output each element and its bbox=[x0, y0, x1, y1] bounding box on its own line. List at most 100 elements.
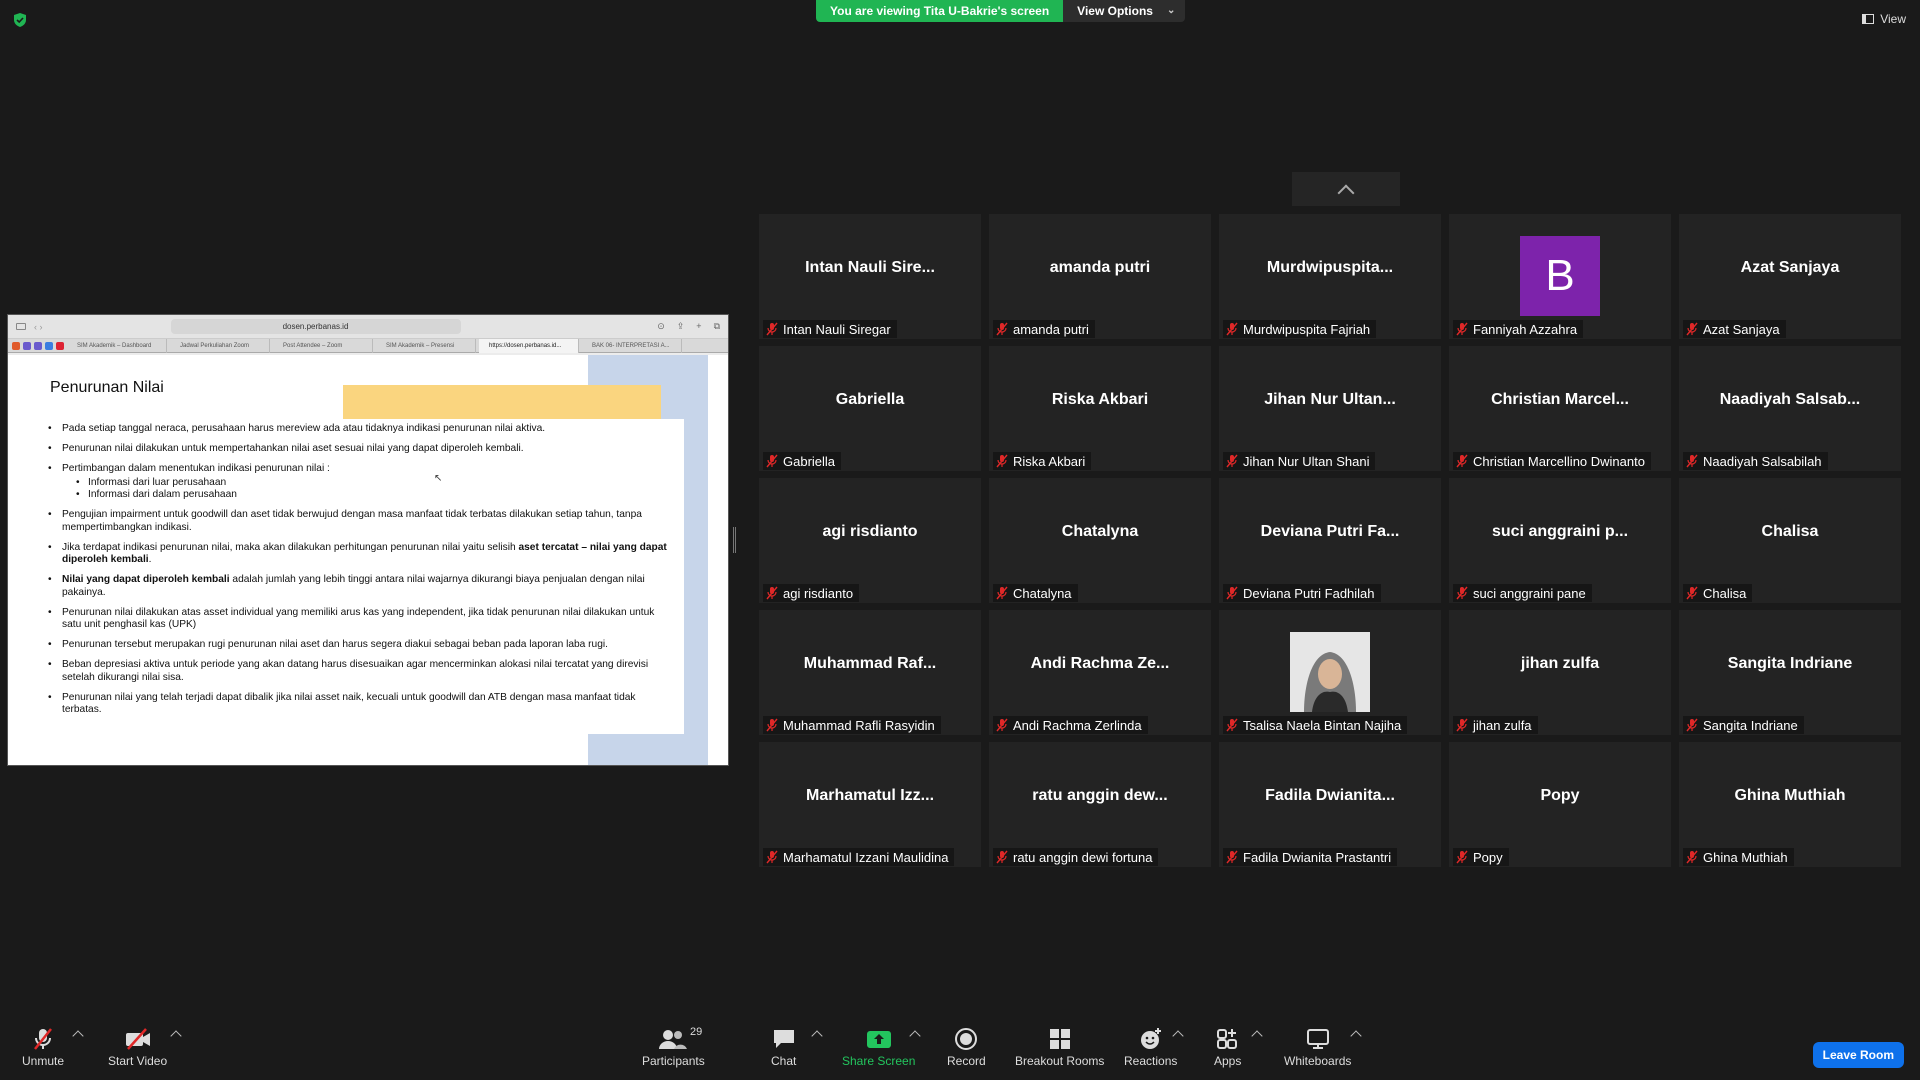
participant-tile[interactable]: jihan zulfa jihan zulfa bbox=[1449, 610, 1671, 735]
participant-tile[interactable]: B Fanniyah Azzahra bbox=[1449, 214, 1671, 339]
participant-name-tag: Fanniyah Azzahra bbox=[1453, 320, 1584, 338]
start-video-button[interactable]: Start Video bbox=[108, 1026, 167, 1068]
participant-name: Popy bbox=[1473, 849, 1503, 865]
participant-display-name: suci anggraini p... bbox=[1491, 522, 1629, 540]
participant-name-tag: jihan zulfa bbox=[1453, 716, 1538, 734]
participant-tile[interactable]: amanda putri amanda putri bbox=[989, 214, 1211, 339]
view-button[interactable]: View bbox=[1862, 12, 1906, 26]
reactions-button[interactable]: Reactions bbox=[1124, 1026, 1177, 1068]
mic-muted-icon bbox=[765, 850, 779, 864]
participant-tile[interactable]: Tsalisa Naela Bintan Najiha bbox=[1219, 610, 1441, 735]
participant-tile[interactable]: Popy Popy bbox=[1449, 742, 1671, 867]
participant-tile[interactable]: Muhammad Raf... Muhammad Rafli Rasyidin bbox=[759, 610, 981, 735]
participant-tile[interactable]: agi risdianto agi risdianto bbox=[759, 478, 981, 603]
participant-name-tag: Muhammad Rafli Rasyidin bbox=[763, 716, 941, 734]
participant-name-tag: Fadila Dwianita Prastantri bbox=[1223, 848, 1398, 866]
shared-screen[interactable]: ‹ › dosen.perbanas.id ⊙ ⇪ + ⧉ SIM Akadem… bbox=[7, 314, 729, 766]
participant-name: Ghina Muthiah bbox=[1703, 849, 1788, 865]
record-icon bbox=[954, 1026, 978, 1052]
apps-options-caret[interactable] bbox=[1251, 1030, 1263, 1042]
apps-button[interactable]: Apps bbox=[1214, 1026, 1241, 1068]
chevron-up-icon bbox=[1337, 184, 1355, 201]
video-options-caret[interactable] bbox=[170, 1030, 182, 1042]
mic-muted-icon bbox=[31, 1026, 55, 1052]
breakout-rooms-button[interactable]: Breakout Rooms bbox=[1015, 1026, 1104, 1068]
browser-tab: BAK 06- INTERPRETASI A... bbox=[582, 338, 682, 353]
participant-tile[interactable]: Ghina Muthiah Ghina Muthiah bbox=[1679, 742, 1901, 867]
mic-muted-icon bbox=[1225, 454, 1239, 468]
whiteboards-options-caret[interactable] bbox=[1350, 1030, 1362, 1042]
participant-tile[interactable]: Murdwipuspita... Murdwipuspita Fajriah bbox=[1219, 214, 1441, 339]
unmute-button[interactable]: Unmute bbox=[22, 1026, 64, 1068]
participant-display-name: Sangita Indriane bbox=[1727, 654, 1853, 672]
participant-tile[interactable]: Chatalyna Chatalyna bbox=[989, 478, 1211, 603]
mic-muted-icon bbox=[1225, 586, 1239, 600]
participant-tile[interactable]: Gabriella Gabriella bbox=[759, 346, 981, 471]
participant-tile[interactable]: Riska Akbari Riska Akbari bbox=[989, 346, 1211, 471]
mic-muted-icon bbox=[995, 850, 1009, 864]
participant-tile[interactable]: Chalisa Chalisa bbox=[1679, 478, 1901, 603]
participant-tile[interactable]: Christian Marcel... Christian Marcellino … bbox=[1449, 346, 1671, 471]
participants-label: Participants bbox=[642, 1054, 705, 1068]
participant-tile[interactable]: Intan Nauli Sire... Intan Nauli Siregar bbox=[759, 214, 981, 339]
split-view-handle[interactable] bbox=[733, 527, 736, 553]
mic-muted-icon bbox=[1455, 850, 1469, 864]
participant-display-name: Christian Marcel... bbox=[1491, 390, 1629, 408]
slide-sub-bullet: Informasi dari luar perusahaan bbox=[76, 477, 673, 490]
audio-options-caret[interactable] bbox=[72, 1030, 84, 1042]
leave-room-button[interactable]: Leave Room bbox=[1812, 1042, 1904, 1068]
tabs-overview-icon: ⧉ bbox=[713, 321, 720, 331]
slide-bullet: Pengujian impairment untuk goodwill dan … bbox=[48, 509, 673, 534]
gallery-page-up-button[interactable] bbox=[1292, 172, 1400, 206]
participant-tile[interactable]: Deviana Putri Fa... Deviana Putri Fadhila… bbox=[1219, 478, 1441, 603]
participant-tile[interactable]: Jihan Nur Ultan... Jihan Nur Ultan Shani bbox=[1219, 346, 1441, 471]
participant-tile[interactable]: suci anggraini p... suci anggraini pane bbox=[1449, 478, 1671, 603]
participant-name-tag: Chalisa bbox=[1683, 584, 1753, 602]
chat-options-caret[interactable] bbox=[811, 1030, 823, 1042]
whiteboards-button[interactable]: Whiteboards bbox=[1284, 1026, 1351, 1068]
slide-title: Penurunan Nilai bbox=[50, 379, 164, 396]
participant-name-tag: Andi Rachma Zerlinda bbox=[993, 716, 1148, 734]
participant-gallery: Intan Nauli Sire... Intan Nauli Siregar am… bbox=[759, 214, 1901, 867]
back-forward-icon: ‹ › bbox=[34, 321, 43, 332]
sidebar-icon bbox=[16, 323, 26, 330]
participant-name: Andi Rachma Zerlinda bbox=[1013, 717, 1142, 733]
security-shield-icon[interactable] bbox=[12, 12, 28, 28]
participant-name-tag: Christian Marcellino Dwinanto bbox=[1453, 452, 1651, 470]
participant-name-tag: Tsalisa Naela Bintan Najiha bbox=[1223, 716, 1408, 734]
participant-name-tag: Sangita Indriane bbox=[1683, 716, 1804, 734]
participant-tile[interactable]: Azat Sanjaya Azat Sanjaya bbox=[1679, 214, 1901, 339]
participant-tile[interactable]: Fadila Dwianita... Fadila Dwianita Prasta… bbox=[1219, 742, 1441, 867]
participant-name: Christian Marcellino Dwinanto bbox=[1473, 453, 1645, 469]
avatar: B bbox=[1520, 236, 1600, 316]
participant-display-name: Gabriella bbox=[835, 390, 905, 408]
view-options-label: View Options bbox=[1077, 4, 1153, 18]
participant-display-name: amanda putri bbox=[1049, 258, 1151, 276]
participant-tile[interactable]: Sangita Indriane Sangita Indriane bbox=[1679, 610, 1901, 735]
view-options-button[interactable]: View Options ⌄ bbox=[1063, 0, 1186, 22]
favicon bbox=[34, 341, 42, 350]
screen-share-banner: You are viewing Tita U-Bakrie's screen V… bbox=[816, 0, 1186, 22]
participant-name: Azat Sanjaya bbox=[1703, 321, 1780, 337]
participant-name: jihan zulfa bbox=[1473, 717, 1532, 733]
chat-button[interactable]: Chat bbox=[771, 1026, 796, 1068]
browser-tabs: SIM Akademik – Dashboard Jadwal Perkulia… bbox=[8, 338, 728, 353]
participant-tile[interactable]: Marhamatul Izz... Marhamatul Izzani Mauli… bbox=[759, 742, 981, 867]
favicon bbox=[23, 341, 31, 350]
participant-tile[interactable]: Andi Rachma Ze... Andi Rachma Zerlinda bbox=[989, 610, 1211, 735]
participant-display-name: Andi Rachma Ze... bbox=[1030, 654, 1170, 672]
participant-tile[interactable]: ratu anggin dew... ratu anggin dewi fortu… bbox=[989, 742, 1211, 867]
breakout-rooms-icon bbox=[1048, 1026, 1072, 1052]
record-button[interactable]: Record bbox=[947, 1026, 986, 1068]
participant-tile[interactable]: Naadiyah Salsab... Naadiyah Salsabilah bbox=[1679, 346, 1901, 471]
browser-tab: Post Attendee – Zoom bbox=[273, 338, 373, 353]
favicon bbox=[45, 341, 53, 350]
participant-name: suci anggraini pane bbox=[1473, 585, 1586, 601]
slide-bullet: Penurunan tersebut merupakan rugi penuru… bbox=[48, 639, 673, 652]
participant-name-tag: Gabriella bbox=[763, 452, 842, 470]
mic-muted-icon bbox=[995, 454, 1009, 468]
slide-bullet: Penurunan nilai dilakukan atas asset ind… bbox=[48, 607, 673, 632]
breakout-rooms-label: Breakout Rooms bbox=[1015, 1054, 1105, 1068]
participant-name: Tsalisa Naela Bintan Najiha bbox=[1243, 717, 1402, 733]
share-screen-button[interactable]: Share Screen bbox=[842, 1026, 915, 1068]
